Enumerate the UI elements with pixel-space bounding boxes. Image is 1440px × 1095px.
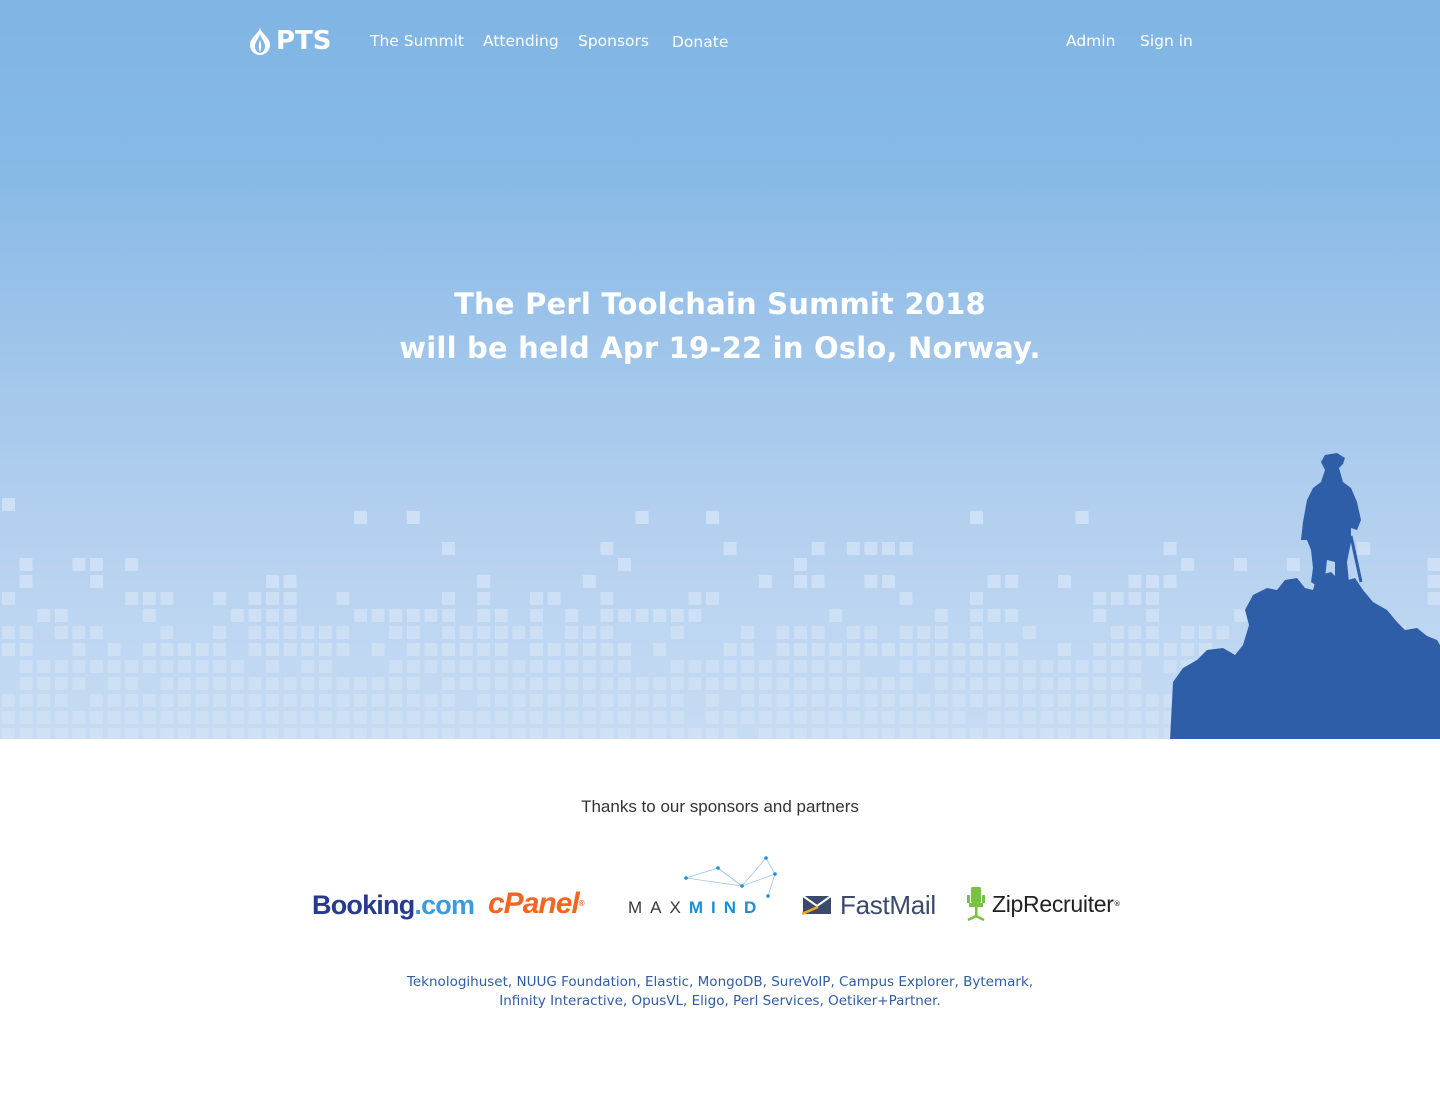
ziprecruiter-logo[interactable]: ZipRecruiter ® [964,886,1121,922]
fastmail-logo[interactable]: FastMail [802,890,936,920]
maxmind-logo[interactable]: MAXMIND [628,898,764,918]
cpanel-wordmark: cPanel [488,887,580,920]
hero-headline: The Perl Toolchain Summit 2018 will be h… [0,282,1440,370]
nav-link-sponsors[interactable]: Sponsors [578,31,649,51]
maxmind-mind: MIND [688,898,765,917]
nav-link-sign-in[interactable]: Sign in [1140,31,1193,51]
other-sponsors-line-1[interactable]: Teknologihuset, NUUG Foundation, Elastic… [0,973,1440,992]
booking-wordmark: Booking [312,890,415,920]
fastmail-wordmark: FastMail [840,890,936,920]
booking-logo[interactable]: Booking.com [312,890,475,920]
fastmail-envelope-icon [802,895,832,916]
sponsor-logos: Booking.com cPanel® MAXMIND FastMail Zip… [0,850,1440,930]
sponsors-heading: Thanks to our sponsors and partners [581,797,859,816]
other-sponsors-line-2[interactable]: Infinity Interactive, OpusVL, Eligo, Per… [0,992,1440,1011]
brand-logo[interactable]: PTS [248,24,332,58]
nav-link-attending[interactable]: Attending [483,31,559,51]
cpanel-registered-mark: ® [578,899,585,908]
maxmind-max: MAX [628,898,689,917]
other-sponsors-list: Teknologihuset, NUUG Foundation, Elastic… [0,973,1440,1011]
climber-silhouette [1170,453,1440,739]
ziprecruiter-chair-icon [967,887,985,922]
hero-banner: PTS The Summit Attending Sponsors Donate… [0,0,1440,739]
top-navigation: PTS The Summit Attending Sponsors Donate… [0,0,1440,82]
nav-link-admin[interactable]: Admin [1066,31,1115,51]
ziprecruiter-registered-mark: ® [1113,900,1121,908]
ziprecruiter-wordmark: ZipRecruiter [992,891,1114,917]
booking-dotcom: .com [414,890,475,920]
pts-onion-icon [250,27,270,55]
nav-link-donate[interactable]: Donate [672,32,728,52]
brand-name: PTS [276,26,332,56]
hero-headline-line-2: will be held Apr 19-22 in Oslo, Norway. [399,331,1041,365]
hero-headline-line-1: The Perl Toolchain Summit 2018 [454,287,986,321]
nav-link-the-summit[interactable]: The Summit [370,31,464,51]
maxmind-network-icon [684,856,777,898]
cpanel-logo[interactable]: cPanel® [488,887,585,920]
